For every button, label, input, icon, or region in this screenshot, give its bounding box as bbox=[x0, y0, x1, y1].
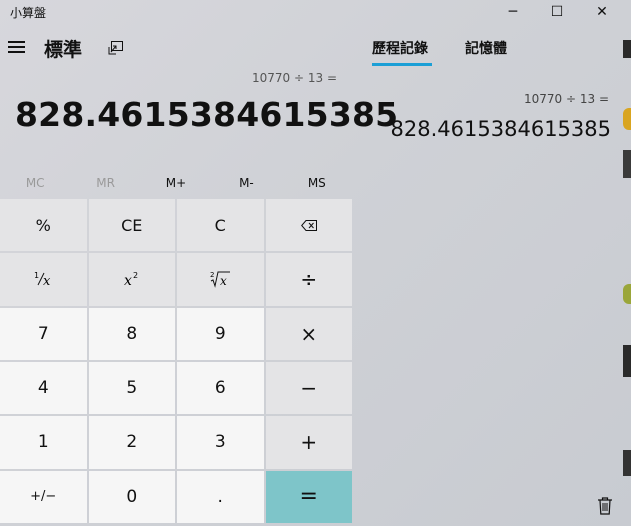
history-item-result[interactable]: 828.4615384615385 bbox=[391, 117, 611, 141]
square-button[interactable]: x 2 bbox=[88, 253, 175, 306]
expression-display: 10770 ÷ 13 = bbox=[252, 71, 337, 85]
svg-text:1: 1 bbox=[34, 271, 39, 280]
square-icon: x 2 bbox=[124, 271, 138, 288]
mode-title: 標準 bbox=[44, 39, 83, 61]
title-bar: 小算盤 ─ ☐ ✕ bbox=[0, 0, 631, 24]
svg-text:x: x bbox=[43, 274, 51, 288]
background-window-edge bbox=[623, 450, 631, 476]
delete-history-icon[interactable] bbox=[597, 497, 613, 515]
digit-9-button[interactable]: 9 bbox=[177, 307, 264, 360]
digit-6-button[interactable]: 6 bbox=[177, 361, 264, 415]
memory-recall-button[interactable]: MR bbox=[70, 170, 140, 196]
background-window-edge bbox=[623, 345, 631, 377]
subtract-button[interactable]: − bbox=[265, 361, 352, 415]
background-window-edge bbox=[623, 40, 631, 58]
svg-text:2: 2 bbox=[133, 271, 138, 280]
minimize-button[interactable]: ─ bbox=[490, 0, 536, 24]
background-window-edge bbox=[623, 150, 631, 178]
svg-text:x: x bbox=[124, 273, 132, 288]
active-tab-indicator bbox=[372, 63, 432, 66]
app-title: 小算盤 bbox=[10, 6, 47, 20]
square-root-icon: 2 x bbox=[210, 271, 231, 288]
history-item-expression[interactable]: 10770 ÷ 13 = bbox=[524, 92, 609, 106]
reciprocal-icon: 1 x bbox=[34, 271, 51, 288]
digit-1-button[interactable]: 1 bbox=[0, 416, 87, 469]
memory-store-button[interactable]: MS bbox=[282, 170, 352, 196]
maximize-button[interactable]: ☐ bbox=[534, 0, 580, 24]
backspace-icon bbox=[300, 219, 317, 231]
background-window-edge bbox=[623, 284, 631, 304]
digit-4-button[interactable]: 4 bbox=[0, 361, 87, 415]
digit-7-button[interactable]: 7 bbox=[0, 307, 87, 360]
hamburger-menu-icon[interactable] bbox=[8, 40, 26, 54]
digit-8-button[interactable]: 8 bbox=[88, 307, 175, 360]
memory-subtract-button[interactable]: M- bbox=[211, 170, 281, 196]
multiply-button[interactable]: × bbox=[265, 307, 352, 360]
square-root-button[interactable]: 2 x bbox=[177, 253, 264, 306]
memory-add-button[interactable]: M+ bbox=[141, 170, 211, 196]
svg-text:2: 2 bbox=[210, 271, 214, 279]
decimal-button[interactable]: . bbox=[177, 470, 264, 523]
tab-memory[interactable]: 記憶體 bbox=[465, 38, 507, 58]
digit-2-button[interactable]: 2 bbox=[88, 416, 175, 469]
percent-button[interactable]: % bbox=[0, 199, 87, 252]
clear-button[interactable]: C bbox=[177, 199, 264, 252]
background-window-edge bbox=[623, 108, 631, 130]
add-button[interactable]: + bbox=[265, 416, 352, 469]
memory-clear-button[interactable]: MC bbox=[0, 170, 70, 196]
memory-row: MC MR M+ M- MS bbox=[0, 170, 352, 196]
digit-3-button[interactable]: 3 bbox=[177, 416, 264, 469]
digit-0-button[interactable]: 0 bbox=[88, 470, 175, 523]
clear-entry-button[interactable]: CE bbox=[88, 199, 175, 252]
reciprocal-button[interactable]: 1 x bbox=[0, 253, 87, 306]
digit-5-button[interactable]: 5 bbox=[88, 361, 175, 415]
backspace-button[interactable] bbox=[265, 199, 352, 252]
svg-text:x: x bbox=[220, 274, 227, 288]
result-display: 828.4615384615385 bbox=[15, 95, 399, 134]
keypad: % CE C 1 x x 2 2 x ÷ 7 8 9 × 4 5 6 − 1 2 bbox=[0, 199, 352, 523]
equals-button[interactable]: = bbox=[265, 470, 352, 523]
keep-on-top-icon[interactable] bbox=[108, 40, 124, 55]
tab-history[interactable]: 歷程記錄 bbox=[372, 38, 428, 58]
negate-button[interactable]: +/− bbox=[0, 470, 87, 523]
divide-button[interactable]: ÷ bbox=[265, 253, 352, 306]
close-button[interactable]: ✕ bbox=[579, 0, 625, 24]
